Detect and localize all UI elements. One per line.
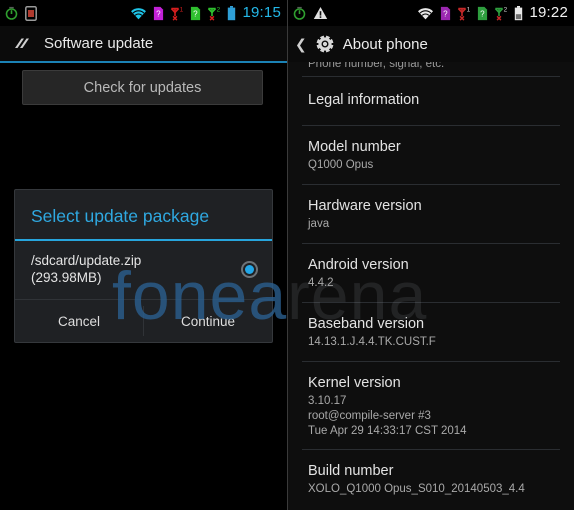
status-bar-right-panel: ? 1 ? 2 19:22 [288, 0, 574, 26]
watermark-text: fonearena [287, 258, 428, 334]
svg-text:2: 2 [504, 6, 508, 13]
status-bar-left-icons-right-panel [293, 6, 328, 20]
svg-text:?: ? [157, 9, 162, 18]
status-bar-clock: 19:15 [242, 4, 281, 21]
update-package-size: (293.98MB) [31, 270, 102, 285]
settings-gear-icon[interactable] [314, 33, 336, 55]
dialog-button-row: Cancel Continue [15, 300, 272, 342]
status-bar-right-icons: ? 1 ? 2 19:15 [130, 5, 281, 21]
about-phone-title: About phone [342, 35, 428, 53]
svg-text:?: ? [444, 9, 449, 18]
svg-text:?: ? [194, 9, 199, 18]
software-update-icon [15, 38, 29, 48]
status-bar-clock: 19:22 [529, 4, 568, 21]
wifi-icon [131, 7, 147, 19]
back-chevron-icon[interactable]: ❮ [295, 37, 307, 51]
select-update-package-dialog: Select update package /sdcard/update.zip… [14, 189, 273, 343]
software-update-title-bar: Software update [0, 26, 287, 63]
sim2-card-icon: ? [191, 6, 201, 20]
update-package-radio-button[interactable] [241, 260, 258, 278]
status-bar-left-icons [5, 5, 37, 21]
sim1-card-icon: ? [441, 6, 451, 20]
sd-card-icon [25, 5, 37, 21]
sim2-card-icon: ? [478, 6, 488, 20]
signal-no-service-1-icon: 1 [458, 6, 471, 21]
status-bar-right-icons-right-panel: ? 1 ? 2 19:22 [417, 5, 568, 21]
signal-no-service-1-icon: 1 [171, 6, 184, 21]
radio-selected-dot [245, 264, 254, 274]
wifi-icon [418, 7, 434, 19]
update-package-path: /sdcard/update.zip [31, 253, 142, 268]
continue-button[interactable]: Continue [144, 300, 272, 342]
svg-text:?: ? [481, 9, 486, 18]
software-update-title: Software update [44, 35, 154, 52]
dual-screenshot-comparison: ? 1 ? 2 19:15 Software update Check for … [0, 0, 574, 510]
svg-text:2: 2 [217, 6, 221, 13]
warning-triangle-icon [313, 7, 328, 19]
sim1-card-icon: ? [154, 6, 164, 20]
update-package-option-row[interactable]: /sdcard/update.zip (293.98MB) [15, 241, 272, 299]
signal-no-service-2-icon: 2 [208, 6, 221, 21]
watermark-right-half: fonearena [287, 0, 574, 510]
usb-debugging-icon [293, 6, 306, 20]
battery-icon [228, 5, 236, 20]
usb-debugging-icon [5, 6, 18, 20]
update-package-option-text: /sdcard/update.zip (293.98MB) [31, 252, 233, 286]
battery-icon [515, 5, 523, 20]
about-phone-action-bar: ❮ About phone [288, 26, 574, 62]
svg-text:1: 1 [467, 6, 471, 13]
status-bar-left: ? 1 ? 2 19:15 [0, 0, 287, 26]
svg-text:1: 1 [180, 6, 184, 13]
dialog-title: Select update package [15, 190, 272, 241]
cancel-button[interactable]: Cancel [15, 300, 143, 342]
signal-no-service-2-icon: 2 [495, 6, 508, 21]
